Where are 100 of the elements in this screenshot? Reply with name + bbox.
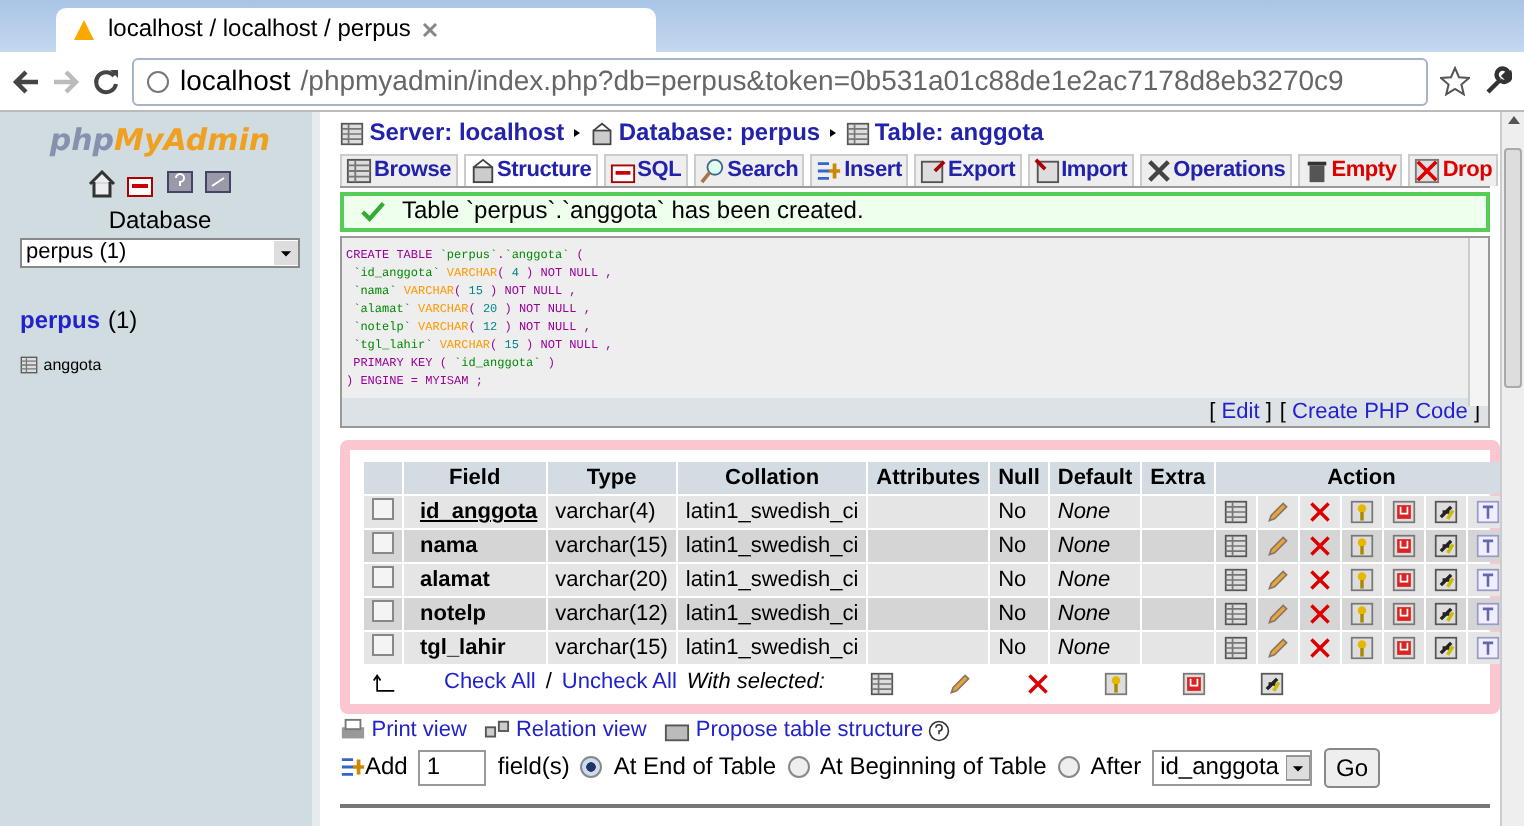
unique-icon[interactable] [1391,534,1416,559]
fulltext-icon[interactable] [1475,500,1500,525]
sql-action-link[interactable]: [ Edit ] [1209,399,1272,424]
tab[interactable]: SQL [603,153,688,186]
edit-icon[interactable] [1265,500,1290,525]
tab[interactable]: Export [913,153,1022,186]
primary-key-icon[interactable] [1349,636,1374,661]
primary-key-icon[interactable] [1349,602,1374,627]
index-icon[interactable] [1433,602,1458,627]
unique-icon[interactable] [1182,671,1207,696]
fulltext-icon[interactable] [1475,636,1500,661]
drop-icon[interactable] [1307,636,1332,661]
row-checkbox[interactable] [372,497,394,520]
page-link[interactable]: Print view [371,718,467,744]
fulltext-icon[interactable] [1475,602,1500,627]
primary-key-icon[interactable] [1349,500,1374,525]
help-icon[interactable] [928,719,951,742]
drop-icon[interactable] [1307,568,1332,593]
index-icon[interactable] [1260,671,1285,696]
browse-icon[interactable] [1223,602,1248,627]
wrench-icon[interactable] [1482,66,1512,96]
printer-icon[interactable] [340,717,366,744]
close-icon[interactable] [422,22,439,38]
index-icon[interactable] [1433,534,1458,559]
index-icon[interactable] [1433,568,1458,593]
row-checkbox[interactable] [372,599,394,622]
index-icon[interactable] [1433,636,1458,661]
tab[interactable]: Drop [1408,153,1499,186]
edit-icon[interactable] [1265,534,1290,559]
column-header: Action [1215,462,1500,495]
export-icon [919,157,946,184]
edit-icon[interactable] [948,671,973,696]
after-field-select[interactable]: id_anggota [1152,749,1313,786]
position-radio[interactable] [787,756,810,779]
breadcrumb-link[interactable]: Database: perpus [618,120,821,148]
url-host: localhost [180,64,291,98]
primary-key-icon[interactable] [1104,671,1129,696]
tab[interactable]: Search [693,153,805,186]
home-icon[interactable] [87,169,116,198]
row-checkbox[interactable] [372,565,394,588]
reload-icon[interactable] [92,67,120,95]
null-value: No [998,500,1027,525]
row-checkbox[interactable] [372,531,394,554]
relation-icon[interactable] [484,717,511,744]
tab[interactable]: Browse [340,153,458,186]
table-icon[interactable] [20,355,38,374]
browse-icon[interactable] [1223,500,1248,525]
help-icon[interactable] [165,169,194,198]
primary-key-icon[interactable] [1349,568,1374,593]
default-value: None [1057,602,1111,627]
null-value: No [998,636,1027,661]
breadcrumb-link[interactable]: Table: anggota [874,120,1044,148]
browse-icon[interactable] [870,671,895,696]
check-all-link[interactable]: Check All [444,670,536,696]
go-button[interactable]: Go [1323,747,1380,788]
uncheck-all-link[interactable]: Uncheck All [561,670,677,696]
page-link[interactable]: Propose table structure [695,718,924,744]
edit-icon[interactable] [1265,568,1290,593]
field-count-input[interactable]: 1 [418,749,487,786]
check-icon [360,199,386,224]
drop-icon[interactable] [1307,500,1332,525]
unique-icon[interactable] [1391,568,1416,593]
row-checkbox[interactable] [372,633,394,656]
address-field[interactable]: localhost /phpmyadmin/index.php?db=perpus&token=0b531a01c88de1e2ac7178d8eb3270c9 [132,57,1428,105]
database-link[interactable]: perpus [20,306,101,335]
tab[interactable]: Empty [1297,153,1403,186]
database-select[interactable]: perpus (1) [20,238,300,269]
browse-icon[interactable] [1223,636,1248,661]
unique-icon[interactable] [1391,636,1416,661]
fulltext-icon[interactable] [1475,534,1500,559]
position-radio[interactable] [1057,756,1080,779]
drop-icon[interactable] [1307,602,1332,627]
browser-tab[interactable]: localhost / localhost / perpus [56,8,656,52]
scrollbar-thumb[interactable] [1504,148,1522,388]
primary-key-icon[interactable] [1349,534,1374,559]
fulltext-icon[interactable] [1475,568,1500,593]
index-icon[interactable] [1433,500,1458,525]
position-radio[interactable] [580,756,603,779]
tab[interactable]: Insert [810,153,908,186]
table-icon[interactable] [845,121,870,146]
dropdown-caret-icon [274,240,298,267]
sql-scrollbar[interactable] [1468,237,1488,406]
tab[interactable]: Import [1027,153,1134,186]
unique-icon[interactable] [1391,602,1416,627]
drop-icon[interactable] [1026,671,1051,696]
breadcrumb-link[interactable]: Server: localhost [369,120,565,148]
table-link[interactable]: anggota [43,355,102,375]
star-icon[interactable] [1440,66,1470,96]
page-link[interactable]: Relation view [515,718,647,744]
edit-icon[interactable] [1265,636,1290,661]
browse-icon[interactable] [1223,568,1248,593]
table-count: (1) [108,306,138,335]
tab[interactable]: Structure [463,153,598,186]
tab[interactable]: Operations [1139,153,1292,186]
back-icon[interactable] [12,67,40,95]
with-selected-label: With selected: [686,670,825,696]
drop-icon[interactable] [1307,534,1332,559]
browse-icon[interactable] [1223,534,1248,559]
edit-icon[interactable] [1265,602,1290,627]
unique-icon[interactable] [1391,500,1416,525]
